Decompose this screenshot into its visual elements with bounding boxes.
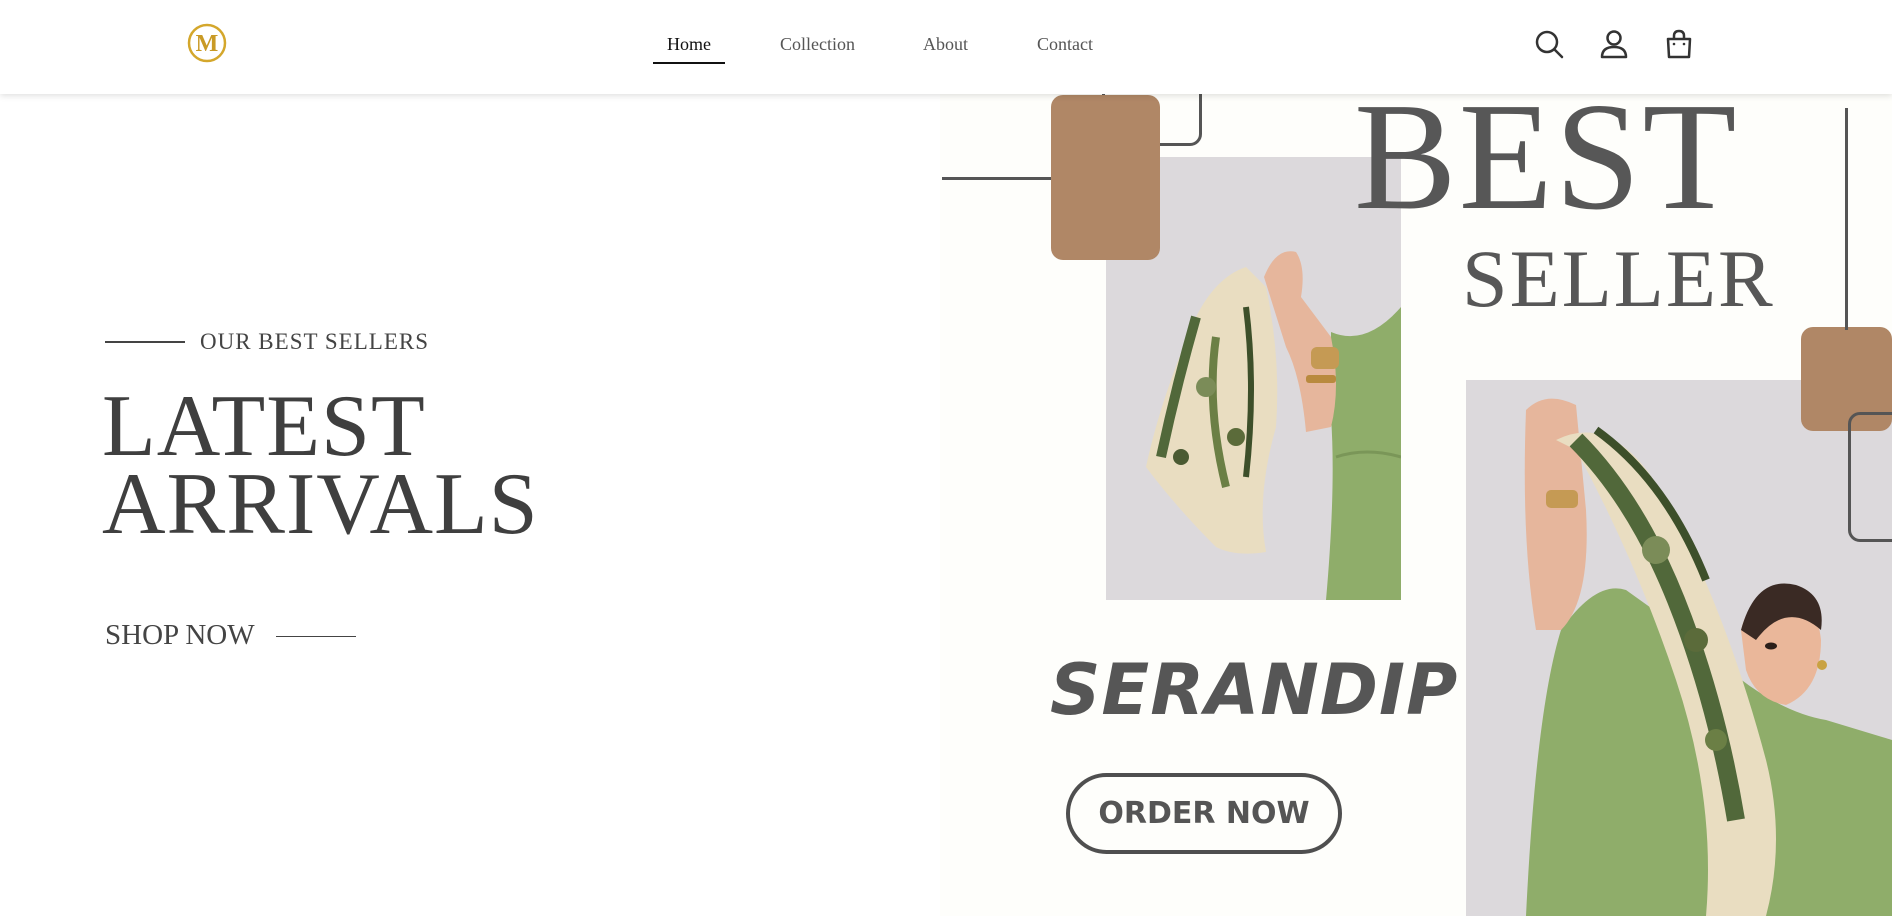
headline-line-1: LATEST bbox=[102, 378, 426, 475]
eyebrow-text: OUR BEST SELLERS bbox=[200, 329, 429, 354]
nav-active-indicator bbox=[653, 62, 725, 64]
nav-collection[interactable]: Collection bbox=[780, 34, 855, 55]
decor-outline-box-right bbox=[1848, 412, 1892, 542]
decor-line-horizontal bbox=[942, 177, 1054, 180]
best-seller-title: BEST bbox=[1354, 72, 1739, 242]
decor-line-vertical bbox=[1845, 108, 1848, 330]
user-icon[interactable] bbox=[1598, 28, 1630, 60]
eyebrow-divider bbox=[105, 341, 185, 343]
brand-name: SERANDIP bbox=[1050, 649, 1459, 731]
logo-emblem-icon: M bbox=[187, 23, 227, 63]
brand-logo[interactable]: M bbox=[186, 22, 228, 64]
order-now-button[interactable]: ORDER NOW bbox=[1066, 773, 1342, 854]
product-photo-model bbox=[1466, 380, 1892, 916]
search-icon[interactable] bbox=[1533, 28, 1565, 60]
shop-now-divider bbox=[276, 636, 356, 637]
shopping-bag-icon[interactable] bbox=[1663, 28, 1695, 60]
nav-about[interactable]: About bbox=[923, 34, 968, 55]
nav-home[interactable]: Home bbox=[667, 34, 711, 55]
logo-letter: M bbox=[196, 31, 219, 57]
site-header: M Home Collection About Contact bbox=[0, 0, 1892, 94]
nav-contact[interactable]: Contact bbox=[1037, 34, 1093, 55]
headline-line-2: ARRIVALS bbox=[102, 456, 539, 553]
best-seller-subtitle: SELLER bbox=[1462, 233, 1775, 324]
hero-headline: LATEST ARRIVALS bbox=[102, 378, 539, 553]
decor-brown-block-top bbox=[1051, 95, 1160, 260]
shop-now-link[interactable]: SHOP NOW bbox=[105, 619, 255, 652]
